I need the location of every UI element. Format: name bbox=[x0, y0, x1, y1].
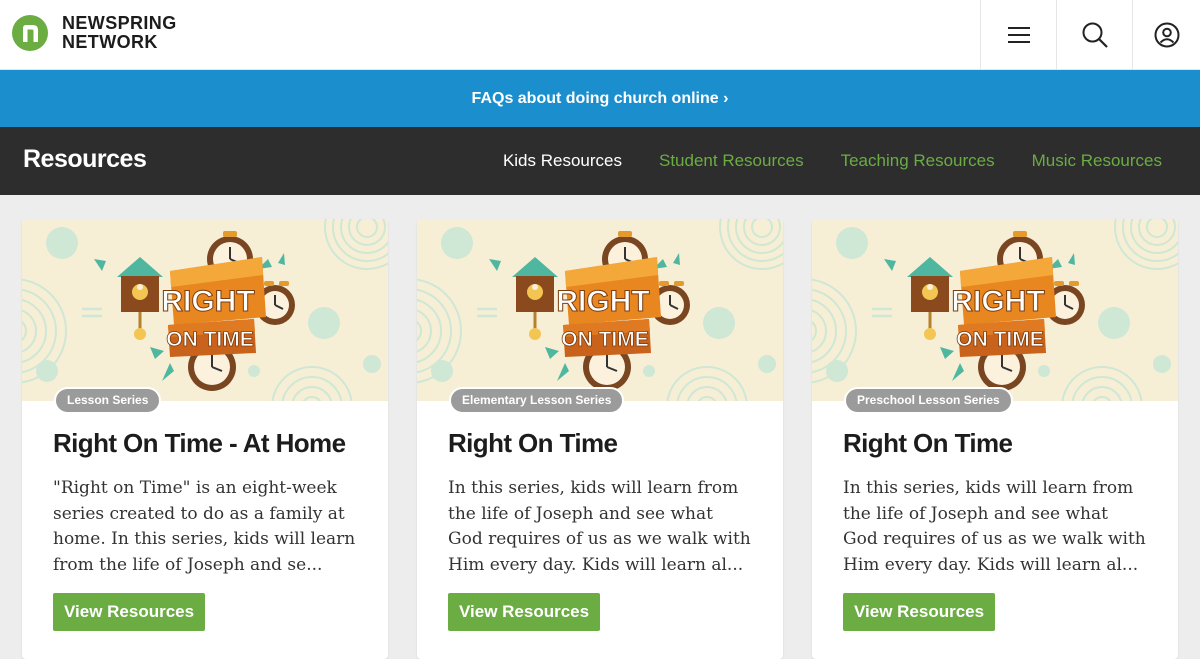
card-title[interactable]: Right On Time bbox=[843, 428, 1013, 459]
card-title[interactable]: Right On Time bbox=[448, 428, 618, 459]
search-icon bbox=[1082, 22, 1108, 48]
nav-student-resources[interactable]: Student Resources bbox=[659, 151, 804, 171]
announcement-banner: FAQs about doing church online › bbox=[0, 70, 1200, 127]
artwork-title-line-1: RIGHT bbox=[556, 285, 649, 318]
artwork-title-line-1: RIGHT bbox=[161, 285, 254, 318]
view-resources-button[interactable]: View Resources bbox=[53, 593, 206, 631]
resource-card[interactable]: RIGHT ON TIME Elementary Lesson Series R… bbox=[417, 219, 783, 659]
logo-line-1: NEWSPRING bbox=[62, 13, 177, 33]
artwork-title-line-1: RIGHT bbox=[951, 285, 1044, 318]
series-badge: Preschool Lesson Series bbox=[844, 387, 1013, 414]
artwork-title-line-2: ON TIME bbox=[561, 328, 649, 351]
resource-card[interactable]: RIGHT ON TIME Preschool Lesson Series Ri… bbox=[812, 219, 1178, 659]
series-image[interactable]: RIGHT ON TIME bbox=[417, 219, 783, 401]
nav-kids-resources[interactable]: Kids Resources bbox=[503, 151, 622, 171]
site-header: NEWSPRING NETWORK bbox=[0, 0, 1200, 70]
account-button[interactable] bbox=[1132, 0, 1200, 70]
series-badge: Elementary Lesson Series bbox=[449, 387, 625, 414]
view-resources-button[interactable]: View Resources bbox=[843, 593, 996, 631]
newspring-logo-icon bbox=[12, 15, 48, 51]
card-title[interactable]: Right On Time - At Home bbox=[53, 428, 346, 459]
logo-line-2: NETWORK bbox=[62, 32, 158, 52]
artwork-title-line-2: ON TIME bbox=[166, 328, 254, 351]
menu-icon bbox=[1007, 27, 1030, 43]
faq-link[interactable]: FAQs about doing church online › bbox=[472, 90, 729, 108]
resources-nav-links: Kids Resources Student Resources Teachin… bbox=[503, 127, 1162, 195]
logo-text: NEWSPRING NETWORK bbox=[62, 14, 177, 52]
card-description: In this series, kids will learn from the… bbox=[448, 478, 751, 575]
resource-card[interactable]: RIGHT ON TIME Lesson Series Right On Tim… bbox=[22, 219, 388, 659]
search-button[interactable] bbox=[1056, 0, 1132, 70]
menu-button[interactable] bbox=[980, 0, 1056, 70]
page-title: Resources bbox=[23, 145, 147, 173]
resources-nav: Resources Kids Resources Student Resourc… bbox=[0, 127, 1200, 195]
series-badge: Lesson Series bbox=[54, 387, 162, 414]
view-resources-button[interactable]: View Resources bbox=[448, 593, 601, 631]
card-description: In this series, kids will learn from the… bbox=[843, 478, 1146, 575]
logo[interactable]: NEWSPRING NETWORK bbox=[12, 14, 177, 52]
series-image[interactable]: RIGHT ON TIME bbox=[812, 219, 1178, 401]
nav-teaching-resources[interactable]: Teaching Resources bbox=[841, 151, 995, 171]
series-image[interactable]: RIGHT ON TIME bbox=[22, 219, 388, 401]
artwork-title-line-2: ON TIME bbox=[956, 328, 1044, 351]
nav-music-resources[interactable]: Music Resources bbox=[1032, 151, 1162, 171]
user-icon bbox=[1154, 22, 1179, 48]
card-description: "Right on Time" is an eight-week series … bbox=[53, 478, 356, 575]
